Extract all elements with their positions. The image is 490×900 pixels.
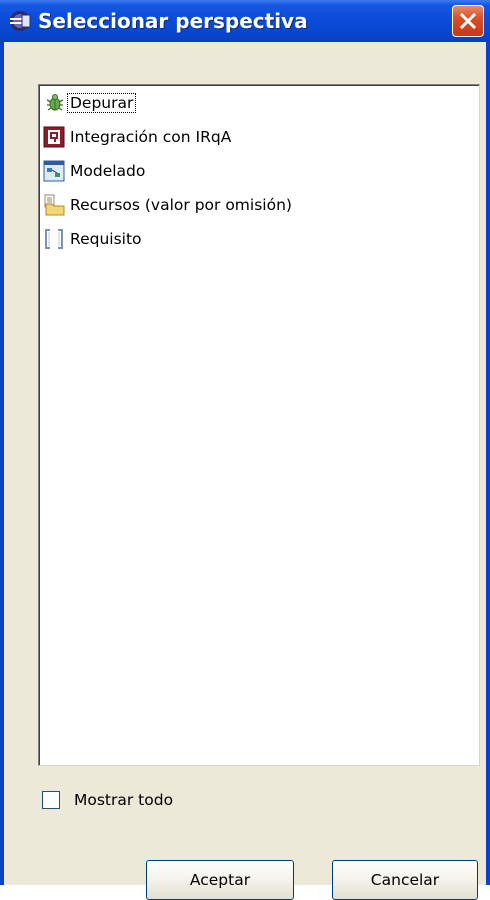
list-item-label: Depurar (67, 93, 137, 113)
list-item-depurar[interactable]: Depurar (43, 89, 137, 117)
modeling-icon (43, 160, 65, 182)
list-item-label: Requisito (70, 230, 142, 248)
dialog-window: Seleccionar perspectiva Depurar Integrac… (0, 0, 490, 900)
close-button[interactable] (452, 5, 484, 37)
list-item-label: Integración con IRqA (70, 128, 232, 146)
list-item-modelado[interactable]: Modelado (43, 157, 148, 185)
list-item-label: Recursos (valor por omisión) (70, 196, 292, 214)
close-icon (459, 12, 477, 30)
irqa-integration-icon (43, 126, 65, 148)
requirement-brackets-icon (45, 229, 63, 249)
debug-bug-icon (46, 94, 64, 111)
show-all-checkbox[interactable] (42, 791, 60, 809)
accept-button[interactable]: Aceptar (146, 860, 294, 900)
list-item-recursos[interactable]: Recursos (valor por omisión) (43, 191, 295, 219)
perspective-window-icon (10, 11, 31, 31)
list-item-integracion-irqa[interactable]: Integración con IRqA (43, 123, 234, 151)
show-all-row: Mostrar todo (42, 788, 173, 812)
show-all-label[interactable]: Mostrar todo (74, 791, 173, 809)
list-item-label: Modelado (70, 162, 146, 180)
list-item-requisito[interactable]: Requisito (43, 225, 145, 253)
cancel-button[interactable]: Cancelar (332, 860, 478, 900)
dialog-body: Depurar Integración con IRqA Modelado Re… (4, 42, 486, 900)
resources-folder-icon (44, 194, 65, 216)
dialog-title: Seleccionar perspectiva (38, 9, 308, 33)
perspective-list[interactable]: Depurar Integración con IRqA Modelado Re… (38, 84, 480, 766)
title-bar[interactable]: Seleccionar perspectiva (0, 0, 490, 42)
